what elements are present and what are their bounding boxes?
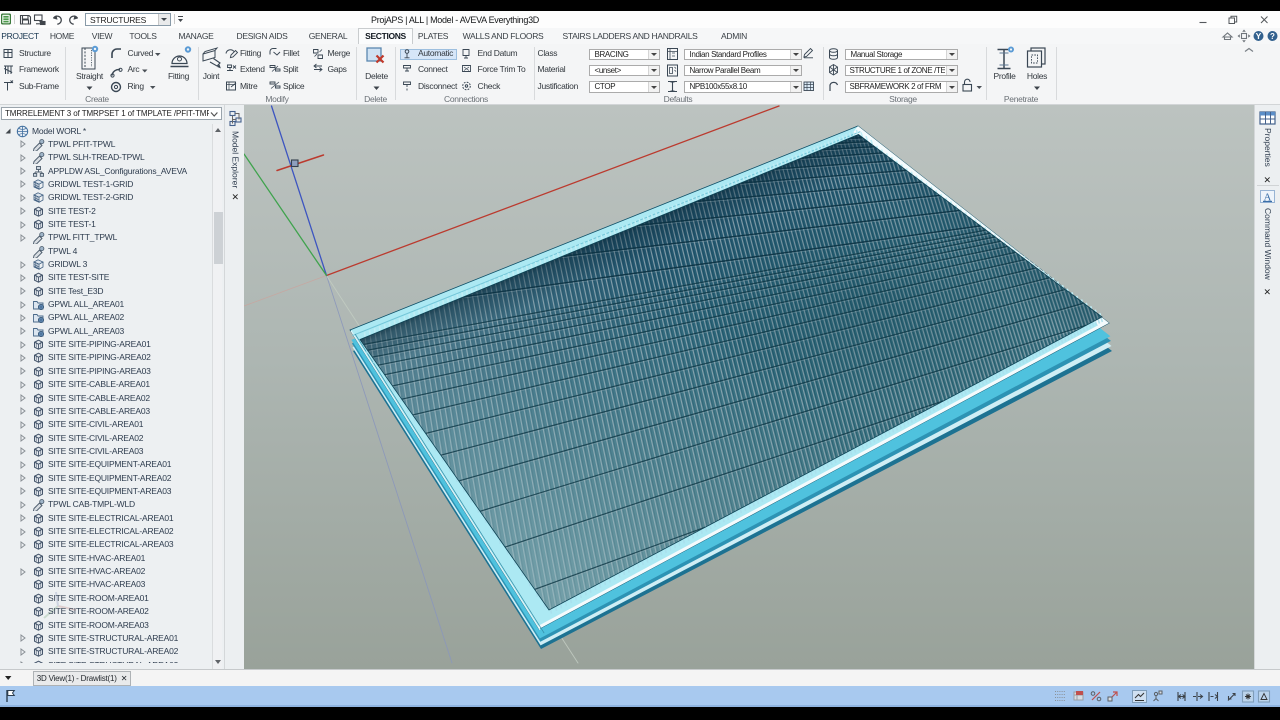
svg-text:Y: Y	[1256, 31, 1262, 41]
svg-text:?: ?	[1270, 32, 1275, 41]
